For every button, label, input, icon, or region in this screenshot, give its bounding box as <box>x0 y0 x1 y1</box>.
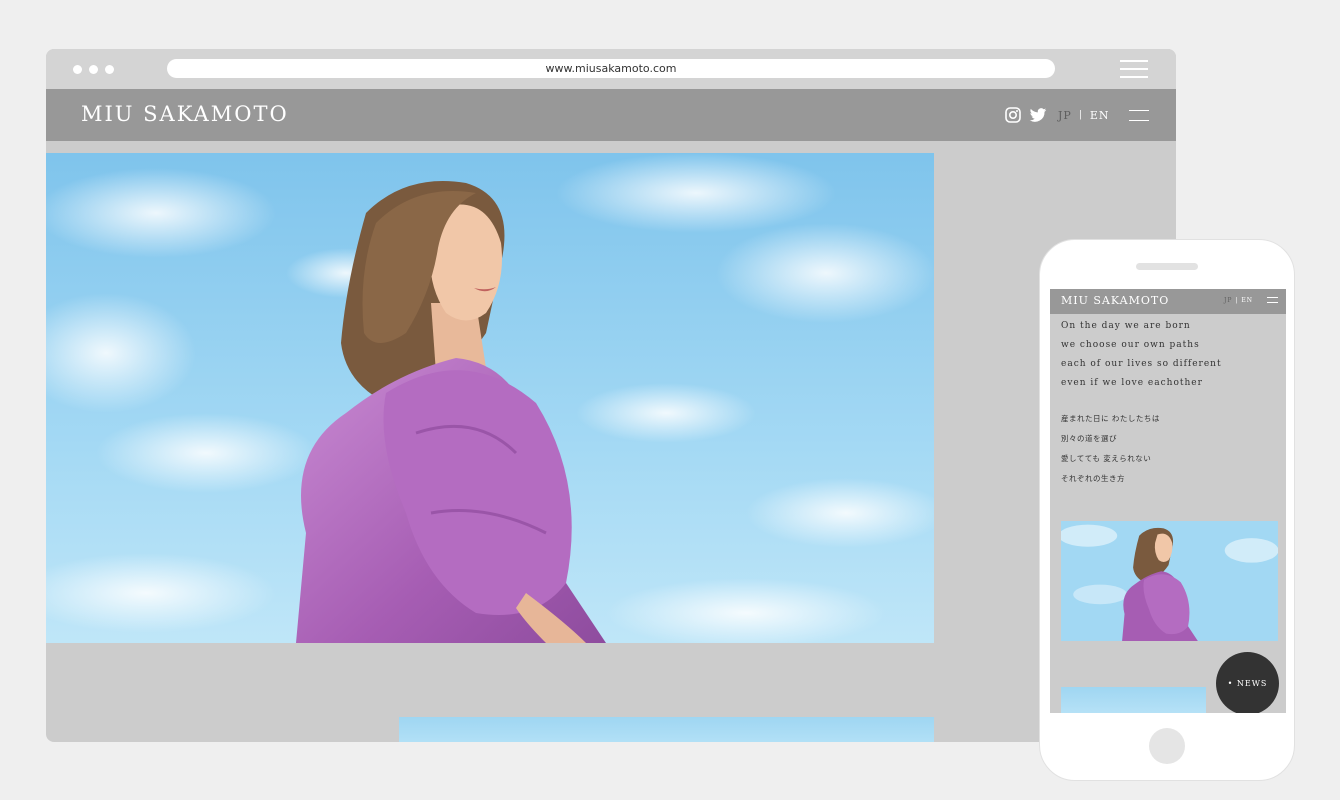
phone-mockup: MIU SAKAMOTO JP | EN On the day we are b… <box>1039 239 1295 781</box>
poem-line: On the day we are born <box>1061 321 1191 331</box>
lang-jp-link[interactable]: JP <box>1058 109 1072 122</box>
browser-window: www.miusakamoto.com MIU SAKAMOTO JP | EN <box>46 49 1176 742</box>
hero-photo <box>46 153 934 643</box>
twitter-icon[interactable] <box>1029 106 1047 124</box>
mobile-language-switcher: JP | EN <box>1224 297 1253 304</box>
instagram-icon[interactable] <box>1004 106 1022 124</box>
poem-line: 産まれた日に わたしたちは <box>1061 414 1160 423</box>
window-controls <box>73 65 114 74</box>
address-bar[interactable]: www.miusakamoto.com <box>167 59 1055 78</box>
poem-japanese: 産まれた日に わたしたちは 別々の道を選び 愛してても 変えられない それぞれの… <box>1061 409 1160 489</box>
secondary-photo <box>399 717 934 742</box>
window-dot[interactable] <box>73 65 82 74</box>
mobile-hero-illustration <box>1061 521 1278 641</box>
hero-illustration <box>46 153 934 643</box>
mobile-hero-photo <box>1061 521 1278 641</box>
poem-english: On the day we are born we choose our own… <box>1061 317 1222 393</box>
news-button[interactable]: • NEWS <box>1216 652 1279 713</box>
site-logo[interactable]: MIU SAKAMOTO <box>81 102 289 126</box>
mobile-lang-jp-link[interactable]: JP <box>1224 297 1232 304</box>
lang-en-link[interactable]: EN <box>1090 109 1110 122</box>
phone-speaker <box>1136 263 1198 270</box>
poem-line: 愛してても 変えられない <box>1061 454 1152 463</box>
poem-line: we choose our own paths <box>1061 340 1200 350</box>
browser-toolbar: www.miusakamoto.com <box>46 49 1176 89</box>
mobile-logo[interactable]: MIU SAKAMOTO <box>1061 294 1169 307</box>
window-dot[interactable] <box>89 65 98 74</box>
mobile-lang-separator: | <box>1235 297 1239 304</box>
browser-menu-icon[interactable] <box>1120 60 1148 78</box>
site-header: MIU SAKAMOTO JP | EN <box>46 89 1176 141</box>
lang-separator: | <box>1078 110 1083 120</box>
phone-screen: MIU SAKAMOTO JP | EN On the day we are b… <box>1050 289 1286 713</box>
poem-line: even if we love eachother <box>1061 378 1203 388</box>
header-tools: JP | EN <box>1004 106 1110 124</box>
mobile-lang-en-link[interactable]: EN <box>1241 297 1253 304</box>
menu-icon[interactable] <box>1129 110 1149 122</box>
mobile-menu-icon[interactable] <box>1267 297 1278 305</box>
window-dot[interactable] <box>105 65 114 74</box>
phone-home-button <box>1149 728 1185 764</box>
mobile-secondary-photo <box>1061 687 1206 713</box>
poem-line: それぞれの生き方 <box>1061 474 1125 483</box>
language-switcher: JP | EN <box>1058 109 1110 122</box>
poem-line: 別々の道を選び <box>1061 434 1117 443</box>
mobile-header: MIU SAKAMOTO JP | EN <box>1050 289 1286 314</box>
poem-line: each of our lives so different <box>1061 359 1222 369</box>
